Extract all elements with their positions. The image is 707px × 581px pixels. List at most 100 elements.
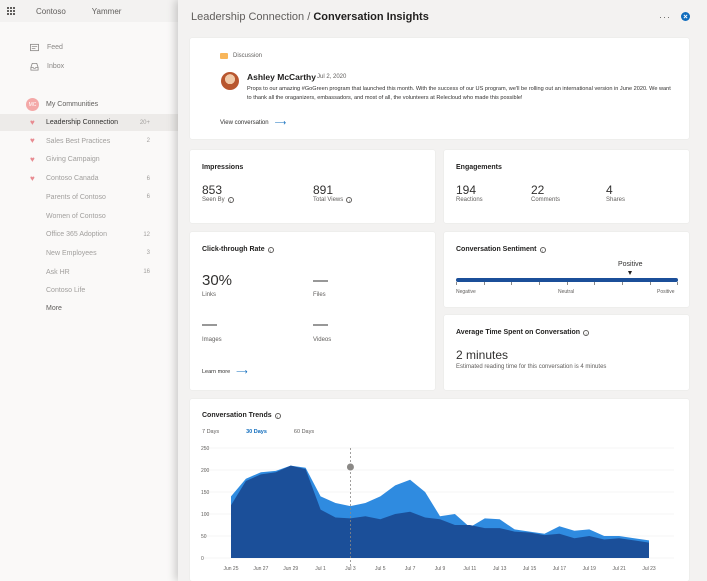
avatar: MC bbox=[26, 98, 39, 111]
my-communities-header[interactable]: MC My Communities bbox=[26, 98, 98, 111]
tab-7-days[interactable]: 7 Days bbox=[202, 429, 219, 435]
sidebar-item-community[interactable]: ♥ Giving Campaign bbox=[0, 151, 178, 168]
info-icon[interactable]: i bbox=[274, 412, 281, 419]
sentiment-tick bbox=[594, 282, 595, 285]
x-tick-label: Jun 25 bbox=[223, 566, 238, 572]
sidebar-item-community[interactable]: Ask HR 16 bbox=[0, 264, 178, 281]
product-name[interactable]: Yammer bbox=[92, 7, 122, 16]
sidebar-more-link[interactable]: More bbox=[46, 305, 62, 312]
sidebar-item-label: Feed bbox=[47, 44, 63, 51]
y-tick-label: 150 bbox=[201, 490, 210, 496]
sidebar-item-community[interactable]: New Employees 3 bbox=[0, 245, 178, 262]
x-tick-label: Jun 27 bbox=[253, 566, 268, 572]
unread-count: 6 bbox=[146, 194, 150, 201]
inbox-icon bbox=[30, 62, 39, 71]
sidebar-item-label: Inbox bbox=[47, 63, 65, 70]
info-icon[interactable]: i bbox=[267, 246, 274, 253]
time-spent-caption: Estimated reading time for this conversa… bbox=[456, 364, 607, 370]
series-area-primary bbox=[231, 465, 649, 558]
sentiment-tick bbox=[567, 282, 568, 285]
comments-label: Comments bbox=[531, 197, 561, 203]
sidebar-item-community[interactable]: Women of Contoso bbox=[0, 208, 178, 225]
unread-count: 16 bbox=[143, 269, 150, 276]
arrow-right-icon: ⟶ bbox=[274, 118, 287, 127]
sentiment-card bbox=[444, 232, 689, 307]
heart-icon: ♥ bbox=[30, 117, 35, 127]
sidebar-item-label: Women of Contoso bbox=[46, 212, 106, 220]
heart-icon: ♥ bbox=[30, 154, 35, 164]
shares-value: 4 bbox=[606, 183, 613, 197]
total-views-value: 891 bbox=[313, 183, 334, 197]
info-icon[interactable]: i bbox=[583, 329, 590, 336]
sidebar-item-community[interactable]: Office 365 Adoption 12 bbox=[0, 226, 178, 243]
shares-label: Shares bbox=[606, 197, 626, 203]
page-title: Leadership Connection / Conversation Ins… bbox=[191, 11, 429, 23]
brand-name[interactable]: Contoso bbox=[36, 7, 66, 16]
time-spent-title: Average Time Spent on Conversation i bbox=[456, 329, 590, 336]
sentiment-neutral-label: Neutral bbox=[558, 289, 575, 295]
author-name[interactable]: Ashley McCarthy bbox=[247, 72, 316, 82]
seen-by-value: 853 bbox=[202, 183, 223, 197]
trends-tabs: 7 Days 30 Days 60 Days bbox=[202, 429, 341, 435]
app-launcher-icon[interactable] bbox=[0, 0, 22, 22]
y-tick-label: 250 bbox=[201, 446, 210, 452]
impressions-title: Impressions bbox=[202, 164, 244, 171]
sidebar-item-label: Ask HR bbox=[46, 268, 70, 276]
sentiment-tick bbox=[484, 282, 485, 285]
x-tick-label: Jul 3 bbox=[345, 566, 356, 572]
arrow-right-icon: ⟶ bbox=[236, 367, 248, 376]
view-conversation-link[interactable]: View conversation ⟶ bbox=[220, 118, 286, 127]
post-body: Props to our amazing #GoGreen program th… bbox=[247, 86, 671, 101]
info-icon[interactable]: i bbox=[539, 246, 546, 253]
sidebar-item-community[interactable]: Parents of Contoso 6 bbox=[0, 189, 178, 206]
close-icon[interactable] bbox=[681, 12, 690, 21]
sidebar-item-label: Parents of Contoso bbox=[46, 193, 106, 201]
total-views-label: Total Views i bbox=[313, 197, 353, 203]
learn-more-link[interactable]: Learn more ⟶ bbox=[202, 367, 248, 376]
y-tick-label: 100 bbox=[201, 512, 210, 518]
sidebar-item-feed[interactable]: Feed bbox=[30, 43, 63, 52]
y-tick-label: 200 bbox=[201, 468, 210, 474]
sidebar-item-community[interactable]: ♥ Leadership Connection 20+ bbox=[0, 114, 178, 131]
sidebar-item-community[interactable]: Contoso Life bbox=[0, 282, 178, 299]
sidebar-item-label: Sales Best Practices bbox=[46, 137, 111, 145]
post-type-label: Discussion bbox=[233, 53, 263, 59]
sidebar-item-label: New Employees bbox=[46, 249, 97, 257]
app-header: Contoso Yammer bbox=[0, 0, 180, 22]
sidebar-item-community[interactable]: ♥ Sales Best Practices 2 bbox=[0, 133, 178, 150]
discussion-icon bbox=[220, 53, 228, 59]
tab-30-days[interactable]: 30 Days bbox=[246, 429, 267, 435]
seen-by-label: Seen By i bbox=[202, 197, 234, 203]
tab-60-days[interactable]: 60 Days bbox=[294, 429, 314, 435]
x-tick-label: Jul 13 bbox=[493, 566, 507, 572]
trends-chart: 0 50 100 150 200 250 Jun 25 Jun 27 Jun 29 Jul 1 Ju… bbox=[201, 446, 674, 572]
x-tick-label: Jul 1 bbox=[315, 566, 326, 572]
x-tick-label: Jul 21 bbox=[612, 566, 626, 572]
engagements-title: Engagements bbox=[456, 164, 502, 171]
post-date: Jul 2, 2020 bbox=[317, 74, 347, 80]
y-tick-label: 0 bbox=[201, 556, 204, 562]
x-tick-label: Jul 15 bbox=[523, 566, 537, 572]
info-icon[interactable]: i bbox=[227, 197, 234, 203]
breadcrumb[interactable]: Leadership Connection bbox=[191, 11, 304, 23]
sentiment-positive-label: Positive bbox=[657, 289, 675, 295]
panel-title-text: Conversation Insights bbox=[313, 11, 429, 23]
more-options-icon[interactable]: ··· bbox=[659, 12, 671, 22]
unread-count: 2 bbox=[146, 138, 150, 145]
sidebar-item-inbox[interactable]: Inbox bbox=[30, 62, 64, 71]
sentiment-current: Positive bbox=[618, 261, 643, 268]
y-tick-label: 50 bbox=[201, 534, 207, 540]
info-icon[interactable]: i bbox=[346, 197, 353, 203]
links-label: Links bbox=[202, 292, 217, 298]
sidebar-item-community[interactable]: ♥ Contoso Canada 6 bbox=[0, 170, 178, 187]
x-tick-label: Jul 17 bbox=[553, 566, 567, 572]
x-tick-label: Jul 11 bbox=[463, 566, 476, 572]
sidebar-item-label: Contoso Canada bbox=[46, 175, 99, 183]
sentiment-tick bbox=[677, 282, 678, 285]
comments-value: 22 bbox=[531, 183, 545, 197]
sentiment-title: Conversation Sentiment i bbox=[456, 246, 546, 253]
marker-icon bbox=[346, 463, 354, 471]
author-avatar[interactable] bbox=[221, 72, 239, 90]
heart-icon: ♥ bbox=[30, 136, 35, 146]
images-label: Images bbox=[202, 337, 222, 343]
